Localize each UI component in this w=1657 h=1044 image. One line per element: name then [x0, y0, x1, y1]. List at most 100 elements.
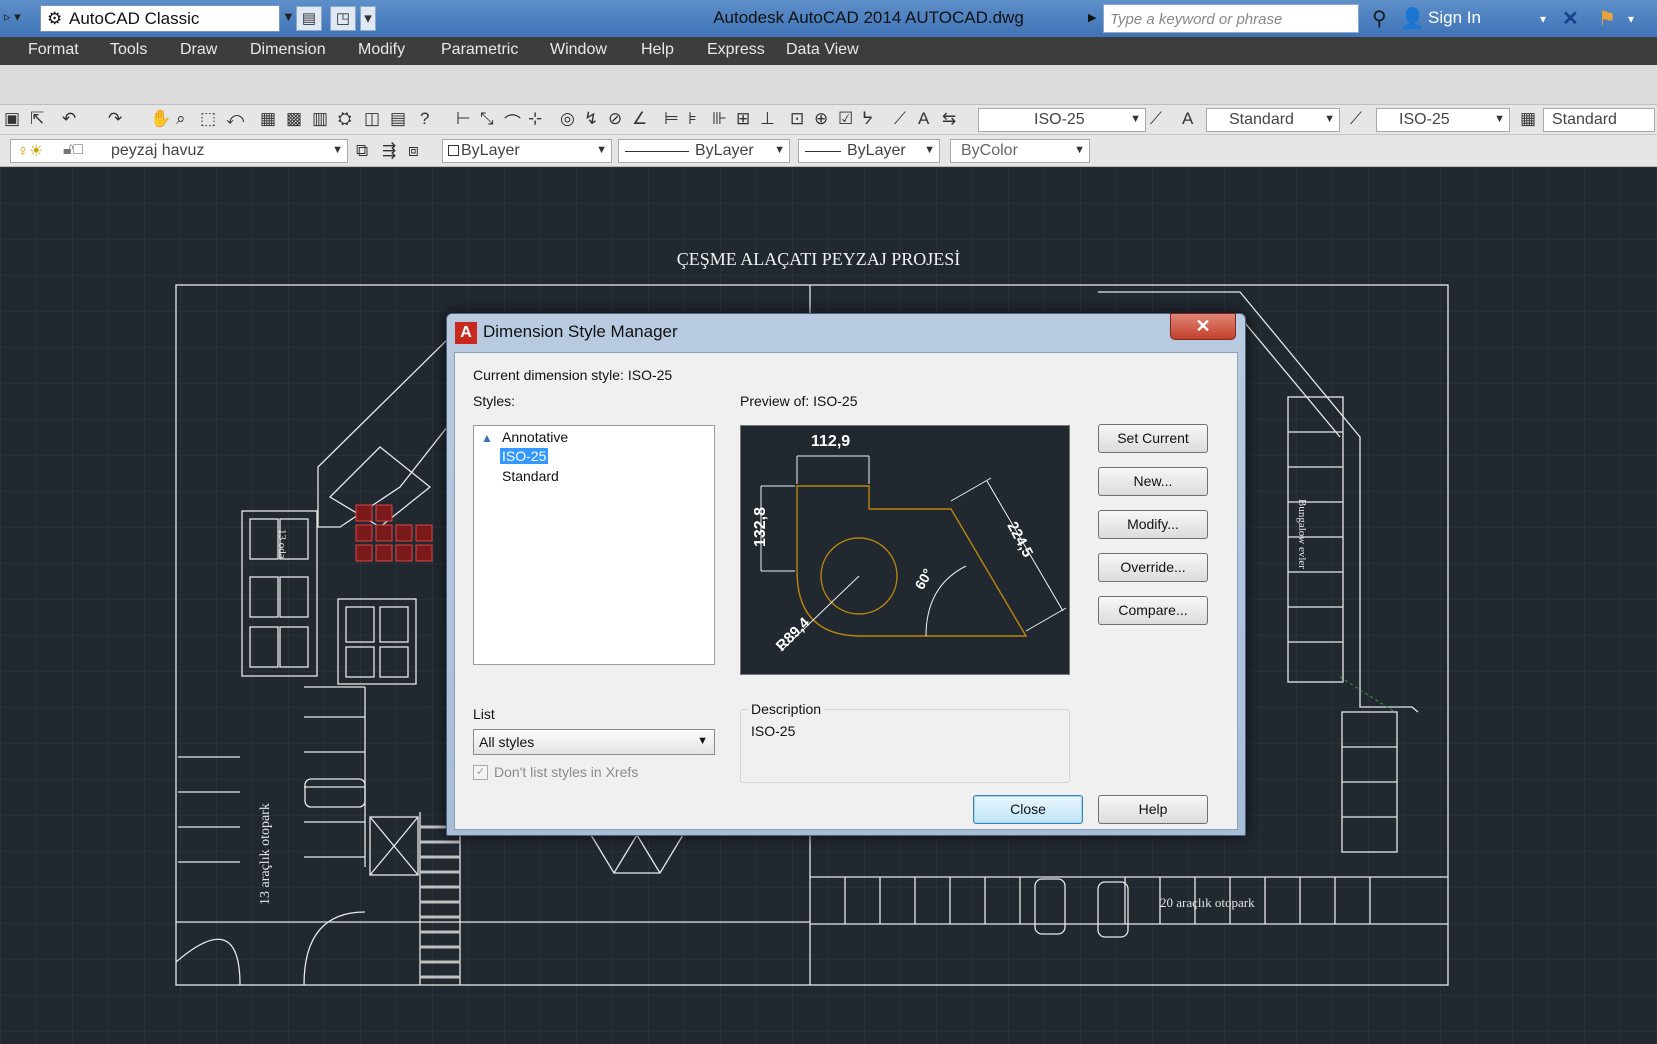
linear-dim-icon[interactable]: ⊢: [456, 109, 471, 129]
zoom-realtime-icon[interactable]: ⌕: [176, 109, 186, 129]
mleader-style-icon[interactable]: ⟋: [1350, 109, 1362, 129]
dimension-styles-toolbar: ▣ ⇱ ↶ ↷ ✋ ⌕ ⬚ ⤺ ▦ ▩ ▥ ⛭ ◫ ▤ ? ⊢ ⤡ ⌒ ⊹ ◎ …: [0, 105, 1657, 135]
list-item[interactable]: Standard: [500, 468, 561, 484]
tool-palettes-icon[interactable]: ▥: [312, 109, 328, 129]
help-button[interactable]: Help: [1098, 795, 1208, 824]
sheet-icon[interactable]: ▣: [4, 109, 20, 129]
ribbon-area: [0, 65, 1657, 105]
chevron-down-icon: ▼: [332, 144, 343, 156]
undo-icon[interactable]: ↶: [62, 109, 76, 129]
dimension-style-manager-dialog: A Dimension Style Manager ✕ Current dime…: [446, 313, 1246, 836]
list-select[interactable]: All styles ▼: [473, 729, 715, 755]
continue-icon[interactable]: ⊪: [712, 109, 727, 129]
new-button[interactable]: New...: [1098, 467, 1208, 496]
chevron-down-icon: ▼: [1074, 144, 1085, 156]
ordinate-icon[interactable]: ⊹: [528, 109, 542, 129]
help-icon[interactable]: ?: [420, 109, 429, 129]
binoculars-icon[interactable]: ⚲: [1372, 6, 1387, 31]
list-item[interactable]: ISO-25: [500, 448, 549, 464]
menu-data-view[interactable]: Data View: [786, 41, 859, 59]
signin-dropdown-icon[interactable]: ▾: [1540, 12, 1546, 26]
chevron-down-icon: ▼: [596, 144, 607, 156]
plotstyle-combo[interactable]: ByColor ▼: [950, 139, 1090, 163]
baseline-icon[interactable]: ⊧: [688, 109, 697, 129]
jogged-linear-icon[interactable]: ᔭ: [862, 109, 873, 129]
layer-combo[interactable]: ♀☀ 🔓︎□ peyzaj havuz ▼: [10, 139, 348, 163]
override-button[interactable]: Override...: [1098, 553, 1208, 582]
dim-edit-icon[interactable]: ⟋: [894, 109, 906, 129]
menu-format[interactable]: Format: [28, 41, 79, 59]
preview-dim-left: 132,8: [752, 506, 770, 548]
pan-icon[interactable]: ✋: [150, 109, 171, 129]
exchange-icon[interactable]: ✕: [1562, 6, 1579, 31]
color-swatch: [448, 145, 459, 156]
zoom-previous-icon[interactable]: ⤺: [226, 109, 244, 129]
dim-update-icon[interactable]: ⇆: [942, 109, 956, 129]
menu-parametric[interactable]: Parametric: [441, 41, 518, 59]
close-button[interactable]: Close: [973, 795, 1083, 824]
angular-icon[interactable]: ∠: [632, 109, 647, 129]
text-style-icon[interactable]: A: [1182, 109, 1193, 129]
chevron-down-icon: ▼: [1130, 113, 1141, 125]
sheetset-icon[interactable]: ⛭: [338, 109, 352, 129]
diameter-icon[interactable]: ⊘: [608, 109, 622, 129]
dim-style-manager-icon[interactable]: ⟋: [1150, 109, 1162, 129]
search-input[interactable]: Type a keyword or phrase: [1103, 4, 1359, 33]
radius-icon[interactable]: ◎: [560, 109, 575, 129]
menu-tools[interactable]: Tools: [110, 41, 147, 59]
mleader-style-combo[interactable]: ISO-25 ▼: [1376, 108, 1510, 132]
dim-style-combo[interactable]: ISO-25 ▼: [978, 108, 1146, 132]
menu-express[interactable]: Express: [707, 41, 765, 59]
set-current-button[interactable]: Set Current: [1098, 424, 1208, 453]
jogged-icon[interactable]: ↯: [584, 109, 598, 129]
compare-button[interactable]: Compare...: [1098, 596, 1208, 625]
table-style-icon[interactable]: ▦: [1520, 109, 1536, 129]
table-style-combo[interactable]: Standard: [1543, 108, 1655, 132]
dim-text-edit-icon[interactable]: A: [918, 109, 929, 129]
design-center-icon[interactable]: ▩: [286, 109, 302, 129]
xref-checkbox[interactable]: ✓: [473, 765, 488, 780]
menu-bar: Format Tools Draw Dimension Modify Param…: [0, 37, 1657, 65]
make-current-icon[interactable]: ⧉: [356, 141, 368, 161]
styles-list[interactable]: ▲ Annotative ISO-25 Standard: [473, 425, 715, 665]
menu-draw[interactable]: Draw: [180, 41, 217, 59]
line-sample: [625, 151, 689, 152]
dim-space-icon[interactable]: ⊞: [736, 109, 750, 129]
arc-length-icon[interactable]: ⌒: [504, 109, 521, 134]
layer-previous-icon[interactable]: ⇶: [382, 141, 396, 161]
dim-style-value: ISO-25: [1034, 111, 1085, 128]
styles-label: Styles:: [473, 393, 516, 409]
text-style-combo[interactable]: Standard ▼: [1206, 108, 1340, 132]
aligned-dim-icon[interactable]: ⤡: [480, 109, 494, 129]
chevron-down-icon: ▼: [697, 735, 708, 747]
help-dropdown-icon[interactable]: ▾: [1628, 12, 1634, 26]
parking-label-bottom: 20 araçlık otopark: [1160, 895, 1255, 910]
calculator-icon[interactable]: ▤: [390, 109, 406, 129]
tolerance-icon[interactable]: ⊡: [790, 109, 804, 129]
search-expand-icon[interactable]: ▶: [1088, 11, 1096, 24]
dim-break-icon[interactable]: ⊥: [760, 109, 775, 129]
list-item[interactable]: Annotative: [500, 429, 570, 445]
center-mark-icon[interactable]: ⊕: [814, 109, 828, 129]
menu-window[interactable]: Window: [550, 41, 607, 59]
layer-states-icon[interactable]: ⧈: [408, 141, 419, 161]
close-icon[interactable]: ✕: [1170, 313, 1236, 340]
match-icon[interactable]: ⇱: [30, 109, 44, 129]
menu-help[interactable]: Help: [641, 41, 674, 59]
menu-dimension[interactable]: Dimension: [250, 41, 326, 59]
markup-icon[interactable]: ◫: [364, 109, 380, 129]
color-combo[interactable]: ByLayer ▼: [442, 139, 612, 163]
lock-icon: 🔓︎□: [63, 141, 84, 158]
redo-icon[interactable]: ↷: [108, 109, 122, 129]
sign-in-link[interactable]: Sign In: [1428, 8, 1481, 28]
zoom-window-icon[interactable]: ⬚: [200, 109, 216, 129]
properties-icon[interactable]: ▦: [260, 109, 276, 129]
help-apps-icon[interactable]: ⚑: [1598, 6, 1616, 31]
modify-button[interactable]: Modify...: [1098, 510, 1208, 539]
plotstyle-value: ByColor: [961, 142, 1018, 159]
menu-modify[interactable]: Modify: [358, 41, 405, 59]
quick-dim-icon[interactable]: ⊨: [664, 109, 679, 129]
lineweight-combo[interactable]: ByLayer ▼: [798, 139, 940, 163]
linetype-combo[interactable]: ByLayer ▼: [618, 139, 790, 163]
inspect-icon[interactable]: ☑: [838, 109, 853, 129]
